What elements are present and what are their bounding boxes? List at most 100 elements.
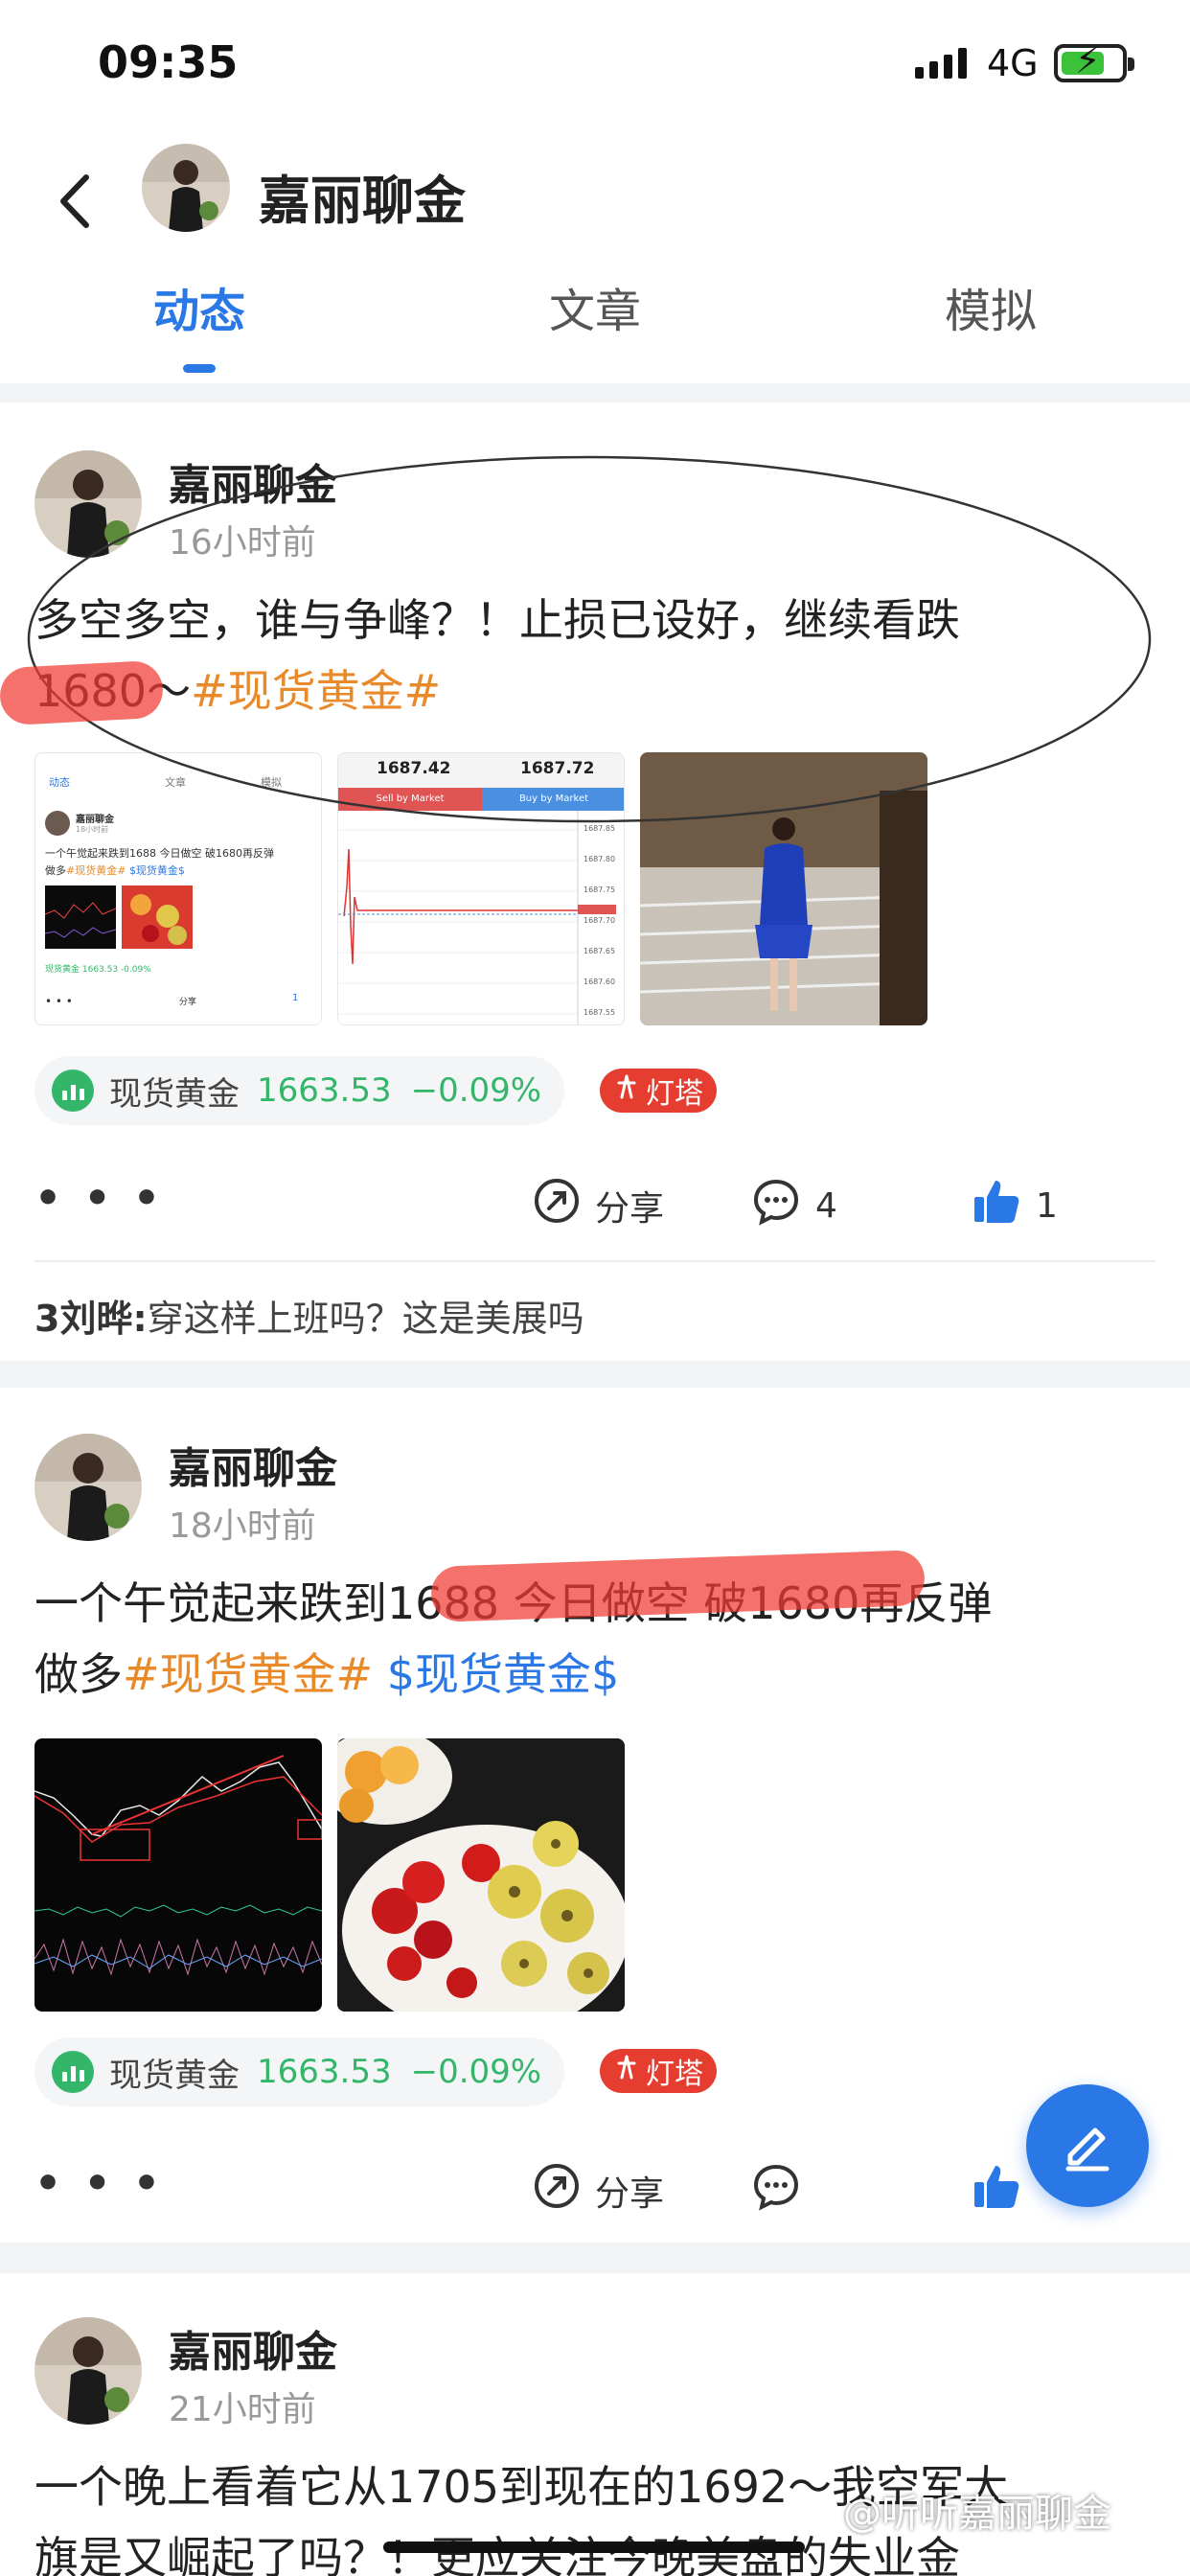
- axis-label: 1687.65: [584, 947, 616, 955]
- comment-icon: [750, 1176, 802, 1236]
- quote-chip[interactable]: 现货黄金 1663.53 −0.09%: [34, 1056, 565, 1125]
- post-text[interactable]: 多空多空，谁与争峰？！止损已设好，继续看跌 1680～#现货黄金#: [34, 585, 1156, 726]
- highlight-mark: [0, 659, 165, 726]
- tab-simulation[interactable]: 模拟: [876, 273, 1106, 340]
- comment-button[interactable]: [750, 2161, 802, 2221]
- comment-user: 3刘晔:: [34, 1298, 148, 1340]
- image-gallery: [34, 1738, 625, 2012]
- post-actions: • • • 分享 4 1: [0, 1164, 1190, 1241]
- post-text-line: 做多#现货黄金# $现货黄金$: [34, 1639, 1156, 1710]
- axis-label: 1687.60: [584, 978, 616, 986]
- post-text-line: 多空多空，谁与争峰？！止损已设好，继续看跌: [34, 594, 960, 646]
- share-label: 分享: [595, 1188, 665, 1229]
- axis-label: 1687.55: [584, 1008, 616, 1017]
- thumb-fruit: [122, 886, 193, 949]
- buy-price: 1687.72: [520, 759, 595, 778]
- lamp-label: 灯塔: [646, 1077, 703, 1111]
- axis-label: 1687.85: [584, 824, 616, 833]
- divider: [34, 1260, 1156, 1262]
- chart-thumbnail[interactable]: [34, 1738, 322, 2012]
- post-author[interactable]: 嘉丽聊金: [169, 450, 337, 512]
- thumb-tab-label: 文章: [165, 776, 186, 789]
- post-author[interactable]: 嘉丽聊金: [169, 1434, 337, 1495]
- post-text-line: 1680～#现货黄金#: [34, 656, 1156, 726]
- stock-tag[interactable]: $现货黄金$: [387, 1648, 620, 1700]
- screenshot-thumbnail[interactable]: 动态 文章 模拟 嘉丽聊金 18小时前 一个午觉起来跌到1688 今日做空 破1…: [34, 752, 322, 1025]
- back-arrow-icon[interactable]: [48, 168, 105, 235]
- thumb-text: 做多#现货黄金# $现货黄金$: [45, 862, 185, 878]
- thumbs-up-icon: [971, 1176, 1022, 1236]
- lamp-tower-icon: [613, 2054, 640, 2088]
- thumb-likes: 1: [292, 993, 299, 1003]
- share-icon: [532, 1176, 582, 1234]
- fruit-photo-thumbnail[interactable]: [337, 1738, 625, 2012]
- share-icon: [532, 2161, 582, 2220]
- post-actions: • • • 分享: [0, 2150, 1190, 2226]
- thumb-avatar: [45, 811, 70, 836]
- image-gallery: 动态 文章 模拟 嘉丽聊金 18小时前 一个午觉起来跌到1688 今日做空 破1…: [34, 752, 927, 1025]
- tab-bar: 动态 文章 模拟: [0, 273, 1190, 379]
- topic-tag[interactable]: #现货黄金#: [191, 665, 441, 717]
- feed-post: 嘉丽聊金 16小时前 多空多空，谁与争峰？！止损已设好，继续看跌 1680～#现…: [0, 402, 1190, 1361]
- tab-dynamic[interactable]: 动态: [84, 273, 314, 340]
- more-dots-icon[interactable]: • • •: [34, 1174, 164, 1223]
- axis-label: 1687.70: [584, 916, 616, 925]
- compose-button[interactable]: [1026, 2084, 1149, 2207]
- thumb-text: 一个午觉起来跌到1688 今日做空 破1680再反弹: [45, 847, 274, 860]
- lamp-tower-badge[interactable]: 灯塔: [600, 1069, 717, 1113]
- watermark: @听听嘉丽聊金: [843, 2492, 1111, 2536]
- avatar[interactable]: [34, 1434, 142, 1541]
- network-type: 4G: [987, 42, 1039, 84]
- thumbs-up-icon: [971, 2161, 1022, 2221]
- thumb-time: 18小时前: [76, 825, 109, 834]
- more-dots-icon: • • •: [45, 995, 73, 1008]
- tick-chart: [338, 811, 616, 1024]
- tab-articles[interactable]: 文章: [480, 273, 710, 340]
- comment-button[interactable]: 4: [750, 1176, 837, 1236]
- thumb-text-fragment: 做多: [45, 864, 66, 877]
- share-label: 分享: [595, 2174, 665, 2214]
- comment-preview[interactable]: 3刘晔:穿这样上班吗？这是美展吗: [34, 1289, 584, 1342]
- status-bar: 09:35 4G ⚡: [0, 0, 1190, 129]
- post-time: 21小时前: [169, 2390, 316, 2429]
- lamp-label: 灯塔: [646, 2058, 703, 2091]
- avatar[interactable]: [142, 144, 230, 232]
- status-time: 09:35: [98, 36, 239, 88]
- app-screen: 09:35 4G ⚡ 嘉丽聊金 动态 文章 模拟 嘉丽聊金 16小时前 多空多空…: [0, 0, 1190, 2576]
- more-dots-icon[interactable]: • • •: [34, 2159, 164, 2208]
- comment-icon: [750, 2161, 802, 2221]
- page-title: 嘉丽聊金: [259, 171, 466, 231]
- thumb-quote: 现货黄金 1663.53 -0.09%: [45, 965, 151, 975]
- like-count: 1: [1036, 1186, 1058, 1226]
- thumb-tab-label: 模拟: [261, 776, 282, 789]
- signal-icon: [915, 46, 967, 79]
- quote-price: 1663.53: [257, 1071, 392, 1110]
- thumb-tab-label: 动态: [49, 776, 70, 789]
- quote-name: 现货黄金: [109, 1074, 240, 1114]
- lamp-tower-badge[interactable]: 灯塔: [600, 2049, 717, 2093]
- share-button[interactable]: 分享: [532, 2161, 664, 2220]
- avatar[interactable]: [34, 2317, 142, 2425]
- thumb-chart: [44, 886, 117, 949]
- quote-chip[interactable]: 现货黄金 1663.53 −0.09%: [34, 2037, 565, 2106]
- quote-change: −0.09%: [410, 2053, 542, 2091]
- home-indicator[interactable]: [383, 2542, 805, 2553]
- sell-price: 1687.42: [377, 759, 451, 778]
- like-button[interactable]: [971, 2161, 1022, 2221]
- thumb-stock: $现货黄金$: [128, 864, 185, 877]
- like-button[interactable]: 1: [971, 1176, 1058, 1236]
- axis-label: 1687.80: [584, 855, 616, 863]
- post-author[interactable]: 嘉丽聊金: [169, 2317, 337, 2379]
- topic-tag[interactable]: #现货黄金#: [123, 1648, 373, 1700]
- share-button[interactable]: 分享: [532, 1176, 664, 1234]
- avatar[interactable]: [34, 450, 142, 558]
- sell-button: Sell by Market: [338, 788, 482, 811]
- photo-thumbnail[interactable]: [640, 752, 927, 1025]
- post-time: 16小时前: [169, 523, 316, 563]
- comment-count: 4: [815, 1186, 837, 1226]
- quote-name: 现货黄金: [109, 2056, 240, 2095]
- trading-screenshot-thumbnail[interactable]: 1687.42 1687.72 Sell by Market Buy by Ma…: [337, 752, 625, 1025]
- quote-price: 1663.53: [257, 2053, 392, 2091]
- comment-text: 穿这样上班吗？这是美展吗: [147, 1298, 584, 1340]
- profile-header: 嘉丽聊金 动态 文章 模拟: [0, 129, 1190, 383]
